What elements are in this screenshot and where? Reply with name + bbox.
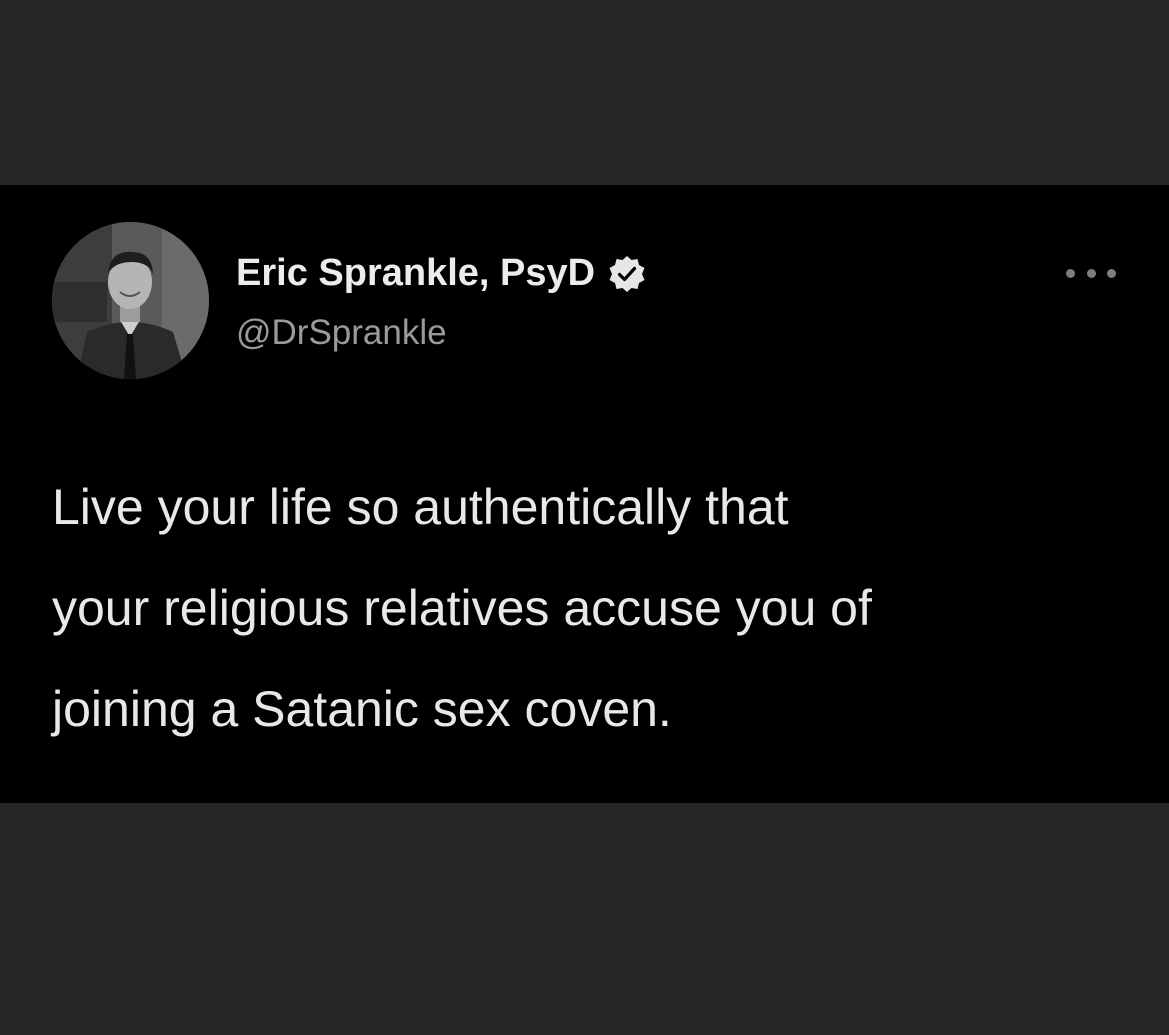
dot — [1086, 268, 1096, 278]
tweet-card: Eric Sprankle, PsyD @DrSprankle Live you… — [0, 185, 1169, 803]
display-name-row: Eric Sprankle, PsyD — [236, 252, 647, 295]
tweet-text: Live your life so authentically that you… — [52, 457, 1142, 760]
dot — [1107, 268, 1116, 278]
avatar-photo — [52, 222, 209, 379]
more-options-icon[interactable] — [1066, 263, 1116, 283]
dot — [1066, 268, 1075, 278]
tweet-text-line: Live your life so authentically that — [52, 479, 789, 535]
tweet-text-line: your religious relatives accuse you of — [52, 580, 872, 636]
verified-badge-icon — [607, 254, 647, 294]
page: Eric Sprankle, PsyD @DrSprankle Live you… — [0, 0, 1169, 1035]
user-handle[interactable]: @DrSprankle — [236, 313, 447, 353]
avatar[interactable] — [52, 222, 209, 379]
tweet-text-line: joining a Satanic sex coven. — [52, 681, 672, 737]
display-name[interactable]: Eric Sprankle, PsyD — [236, 252, 595, 295]
